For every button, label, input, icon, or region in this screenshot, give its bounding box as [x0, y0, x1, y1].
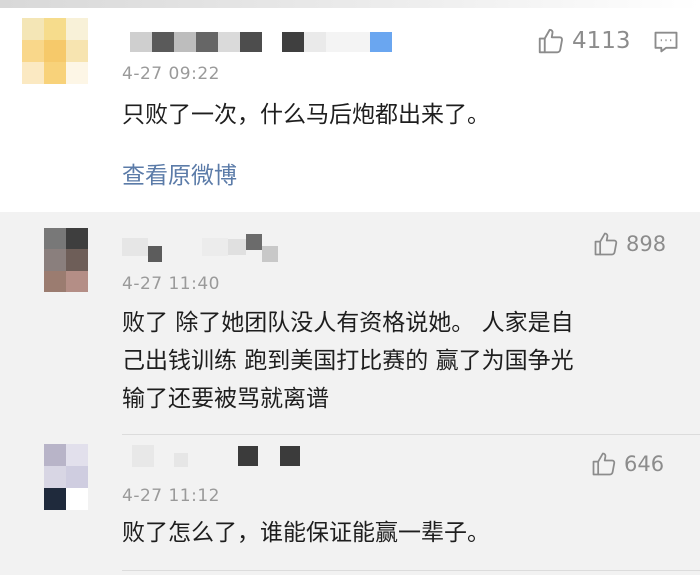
- like-button[interactable]: 646: [590, 450, 664, 478]
- thumbs-up-icon: [592, 452, 616, 476]
- reply-divider: [122, 434, 700, 435]
- like-button[interactable]: 4113: [536, 26, 631, 56]
- reply-text: 败了怎么了，谁能保证能赢一辈子。: [122, 514, 682, 552]
- thumbs-up-icon: [594, 232, 618, 256]
- like-button[interactable]: 898: [592, 230, 666, 258]
- avatar[interactable]: [22, 18, 88, 84]
- username-blurred[interactable]: [130, 30, 392, 54]
- reply-text-line: 己出钱训练 跑到美国打比赛的 赢了为国争光: [122, 348, 574, 374]
- avatar[interactable]: [44, 444, 88, 510]
- like-count: 4113: [572, 28, 631, 54]
- reply-text: 败了 除了她团队没人有资格说她。 人家是自 己出钱训练 跑到美国打比赛的 赢了为…: [122, 304, 682, 418]
- comment-icon[interactable]: [652, 28, 680, 56]
- reply-text-line: 败了怎么了，谁能保证能赢一辈子。: [122, 520, 490, 546]
- view-original-weibo-link[interactable]: 查看原微博: [122, 156, 237, 190]
- thumbs-up-icon: [538, 28, 563, 54]
- username-blurred[interactable]: [122, 232, 278, 262]
- like-count: 646: [624, 452, 665, 476]
- reply-time: 4-27 11:40: [122, 274, 220, 294]
- replies-section: 4-27 11:40 败了 除了她团队没人有资格说她。 人家是自 己出钱训练 跑…: [0, 212, 700, 575]
- comment-time: 4-27 09:22: [122, 64, 220, 84]
- reply-time: 4-27 11:12: [122, 486, 220, 506]
- reply-text-line: 输了还要被骂就离谱: [122, 386, 329, 412]
- top-edge-strip: [0, 0, 700, 8]
- like-count: 898: [626, 232, 667, 256]
- main-comment: 4-27 09:22 只败了一次，什么马后炮都出来了。 查看原微博 4113: [0, 0, 700, 212]
- username-blurred[interactable]: [132, 444, 300, 468]
- comment-text: 只败了一次，什么马后炮都出来了。: [122, 102, 490, 128]
- reply-text-line: 败了 除了她团队没人有资格说她。 人家是自: [122, 310, 574, 336]
- avatar[interactable]: [44, 228, 88, 292]
- reply-divider: [122, 570, 700, 571]
